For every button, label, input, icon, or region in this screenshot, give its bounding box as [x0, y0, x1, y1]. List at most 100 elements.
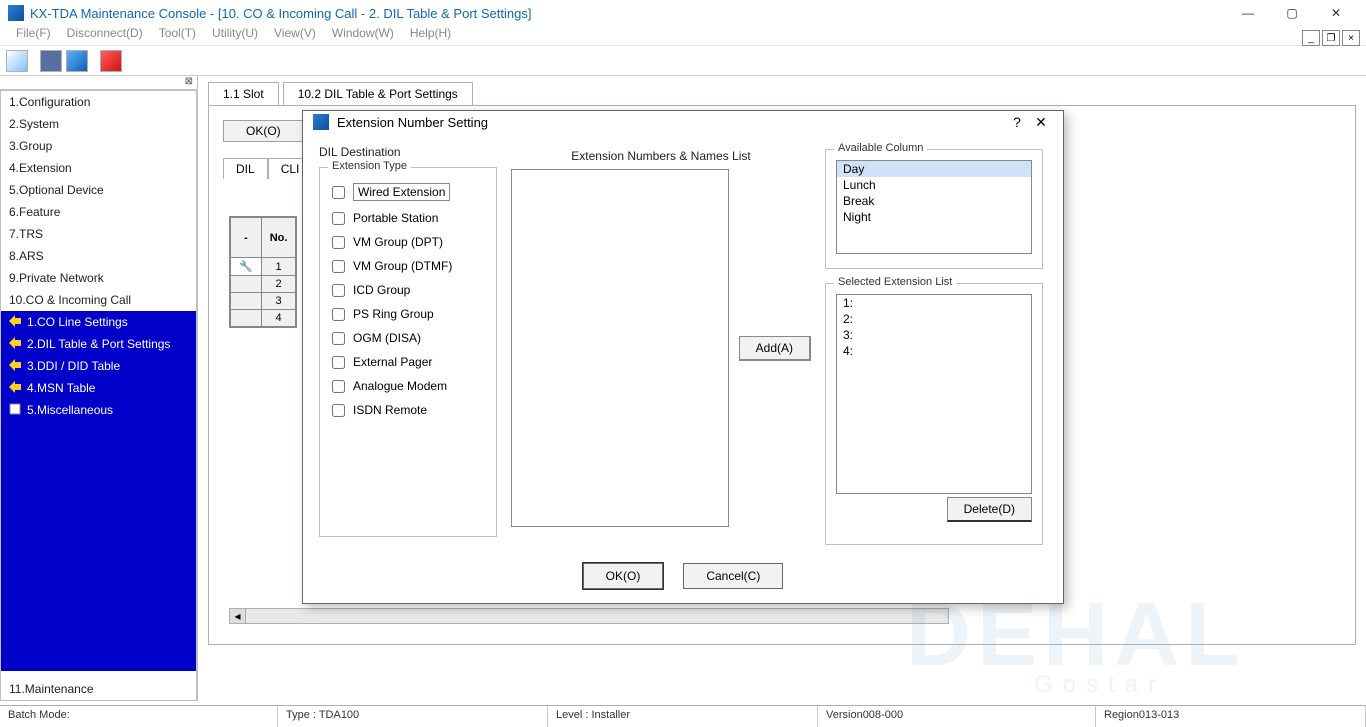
- chk-label: Analogue Modem: [353, 379, 447, 393]
- selected-extension-list[interactable]: 1: 2: 3: 4:: [836, 294, 1032, 494]
- menu-view[interactable]: View(V): [266, 26, 324, 45]
- checkbox[interactable]: [332, 356, 345, 369]
- nav-ars[interactable]: 8.ARS: [1, 245, 196, 267]
- menu-file[interactable]: File(F): [8, 26, 59, 45]
- toolbar-btn-3[interactable]: [66, 50, 88, 72]
- dialog-title: Extension Number Setting: [337, 115, 1005, 130]
- toolbar-btn-4[interactable]: [100, 50, 122, 72]
- ok-button[interactable]: OK(O): [223, 120, 304, 142]
- status-type: Type : TDA100: [278, 706, 548, 727]
- add-button[interactable]: Add(A): [739, 336, 811, 361]
- chk-wired[interactable]: Wired Extension: [330, 178, 486, 206]
- chk-label: Wired Extension: [353, 183, 450, 201]
- extension-type-group: Extension Type Wired Extension Portable …: [319, 167, 497, 537]
- nav-system[interactable]: 2.System: [1, 113, 196, 135]
- list-item[interactable]: 1:: [837, 295, 1031, 311]
- nav-sub-label: 1.CO Line Settings: [27, 315, 128, 329]
- checkbox[interactable]: [332, 212, 345, 225]
- nav-configuration[interactable]: 1.Configuration: [1, 91, 196, 113]
- mdi-close-button[interactable]: ×: [1342, 30, 1360, 46]
- chk-isdn[interactable]: ISDN Remote: [330, 398, 486, 422]
- chk-icd[interactable]: ICD Group: [330, 278, 486, 302]
- nav-private-network[interactable]: 9.Private Network: [1, 267, 196, 289]
- horizontal-scrollbar[interactable]: ◂: [229, 608, 949, 624]
- extension-type-legend: Extension Type: [328, 160, 411, 172]
- ext-nums-listbox[interactable]: [511, 169, 729, 527]
- nav-sub-dil[interactable]: 2.DIL Table & Port Settings: [1, 333, 196, 355]
- data-grid[interactable]: -No. 🔧1 2 3 4: [229, 216, 297, 328]
- nav-feature[interactable]: 6.Feature: [1, 201, 196, 223]
- nav-sub-msn[interactable]: 4.MSN Table: [1, 377, 196, 399]
- list-item[interactable]: 3:: [837, 327, 1031, 343]
- toolbar-btn-2[interactable]: [40, 50, 62, 72]
- title-bar: KX-TDA Maintenance Console - [10. CO & I…: [0, 0, 1366, 26]
- checkbox[interactable]: [332, 236, 345, 249]
- subtab-dil[interactable]: DIL: [223, 158, 268, 179]
- col-no: No.: [261, 218, 296, 258]
- checkbox[interactable]: [332, 404, 345, 417]
- extension-number-dialog: Extension Number Setting ? ✕ DIL Destina…: [302, 110, 1064, 604]
- close-button[interactable]: ✕: [1314, 1, 1358, 26]
- chk-label: PS Ring Group: [353, 307, 434, 321]
- nav-sub-misc[interactable]: 5.Miscellaneous: [1, 399, 196, 421]
- list-item[interactable]: Break: [837, 193, 1031, 209]
- menu-bar: File(F) Disconnect(D) Tool(T) Utility(U)…: [0, 26, 1366, 46]
- dialog-ok-button[interactable]: OK(O): [583, 563, 664, 589]
- chk-vmdtmf[interactable]: VM Group (DTMF): [330, 254, 486, 278]
- nav-tree[interactable]: 1.Configuration 2.System 3.Group 4.Exten…: [0, 90, 197, 701]
- list-item[interactable]: Lunch: [837, 177, 1031, 193]
- row-4[interactable]: 4: [261, 310, 296, 327]
- maximize-button[interactable]: ▢: [1270, 1, 1314, 26]
- checkbox[interactable]: [332, 380, 345, 393]
- available-column-legend: Available Column: [834, 142, 927, 154]
- nav-group[interactable]: 3.Group: [1, 135, 196, 157]
- delete-button[interactable]: Delete(D): [947, 497, 1032, 522]
- row-2[interactable]: 2: [261, 276, 296, 293]
- checkbox[interactable]: [332, 332, 345, 345]
- checkbox[interactable]: [332, 186, 345, 199]
- chk-ogm[interactable]: OGM (DISA): [330, 326, 486, 350]
- mdi-buttons: _ ❐ ×: [1300, 30, 1360, 46]
- toolbar-btn-1[interactable]: [6, 50, 28, 72]
- menu-utility[interactable]: Utility(U): [204, 26, 266, 45]
- list-item[interactable]: Day: [837, 161, 1031, 177]
- chk-vmdpt[interactable]: VM Group (DPT): [330, 230, 486, 254]
- mdi-restore-button[interactable]: ❐: [1322, 30, 1340, 46]
- minimize-button[interactable]: —: [1226, 1, 1270, 26]
- tab-dil[interactable]: 10.2 DIL Table & Port Settings: [283, 82, 473, 105]
- dialog-help-button[interactable]: ?: [1005, 114, 1029, 130]
- dialog-buttons: OK(O) Cancel(C): [303, 553, 1063, 603]
- checkbox[interactable]: [332, 308, 345, 321]
- mdi-minimize-button[interactable]: _: [1302, 30, 1320, 46]
- menu-window[interactable]: Window(W): [324, 26, 402, 45]
- arrow-icon: [9, 315, 21, 327]
- chk-label: VM Group (DPT): [353, 235, 443, 249]
- dialog-close-button[interactable]: ✕: [1029, 114, 1053, 131]
- list-item[interactable]: 4:: [837, 343, 1031, 359]
- menu-disconnect[interactable]: Disconnect(D): [59, 26, 151, 45]
- chk-psring[interactable]: PS Ring Group: [330, 302, 486, 326]
- list-item[interactable]: Night: [837, 209, 1031, 225]
- menu-tool[interactable]: Tool(T): [151, 26, 204, 45]
- chk-modem[interactable]: Analogue Modem: [330, 374, 486, 398]
- row-1[interactable]: 1: [261, 258, 296, 276]
- nav-sub-co-line[interactable]: 1.CO Line Settings: [1, 311, 196, 333]
- row-3[interactable]: 3: [261, 293, 296, 310]
- chk-pager[interactable]: External Pager: [330, 350, 486, 374]
- dialog-cancel-button[interactable]: Cancel(C): [683, 563, 783, 589]
- doc-icon: [9, 403, 21, 415]
- available-column-list[interactable]: Day Lunch Break Night: [836, 160, 1032, 254]
- checkbox[interactable]: [332, 260, 345, 273]
- chk-portable[interactable]: Portable Station: [330, 206, 486, 230]
- list-item[interactable]: 2:: [837, 311, 1031, 327]
- nav-maintenance[interactable]: 11.Maintenance: [1, 678, 196, 700]
- nav-sub-ddi[interactable]: 3.DDI / DID Table: [1, 355, 196, 377]
- nav-extension[interactable]: 4.Extension: [1, 157, 196, 179]
- nav-trs[interactable]: 7.TRS: [1, 223, 196, 245]
- nav-optional-device[interactable]: 5.Optional Device: [1, 179, 196, 201]
- menu-help[interactable]: Help(H): [402, 26, 459, 45]
- nav-co-incoming[interactable]: 10.CO & Incoming Call: [1, 289, 196, 311]
- checkbox[interactable]: [332, 284, 345, 297]
- sidebar-close-icon[interactable]: ⊠: [0, 76, 197, 90]
- tab-slot[interactable]: 1.1 Slot: [208, 82, 279, 105]
